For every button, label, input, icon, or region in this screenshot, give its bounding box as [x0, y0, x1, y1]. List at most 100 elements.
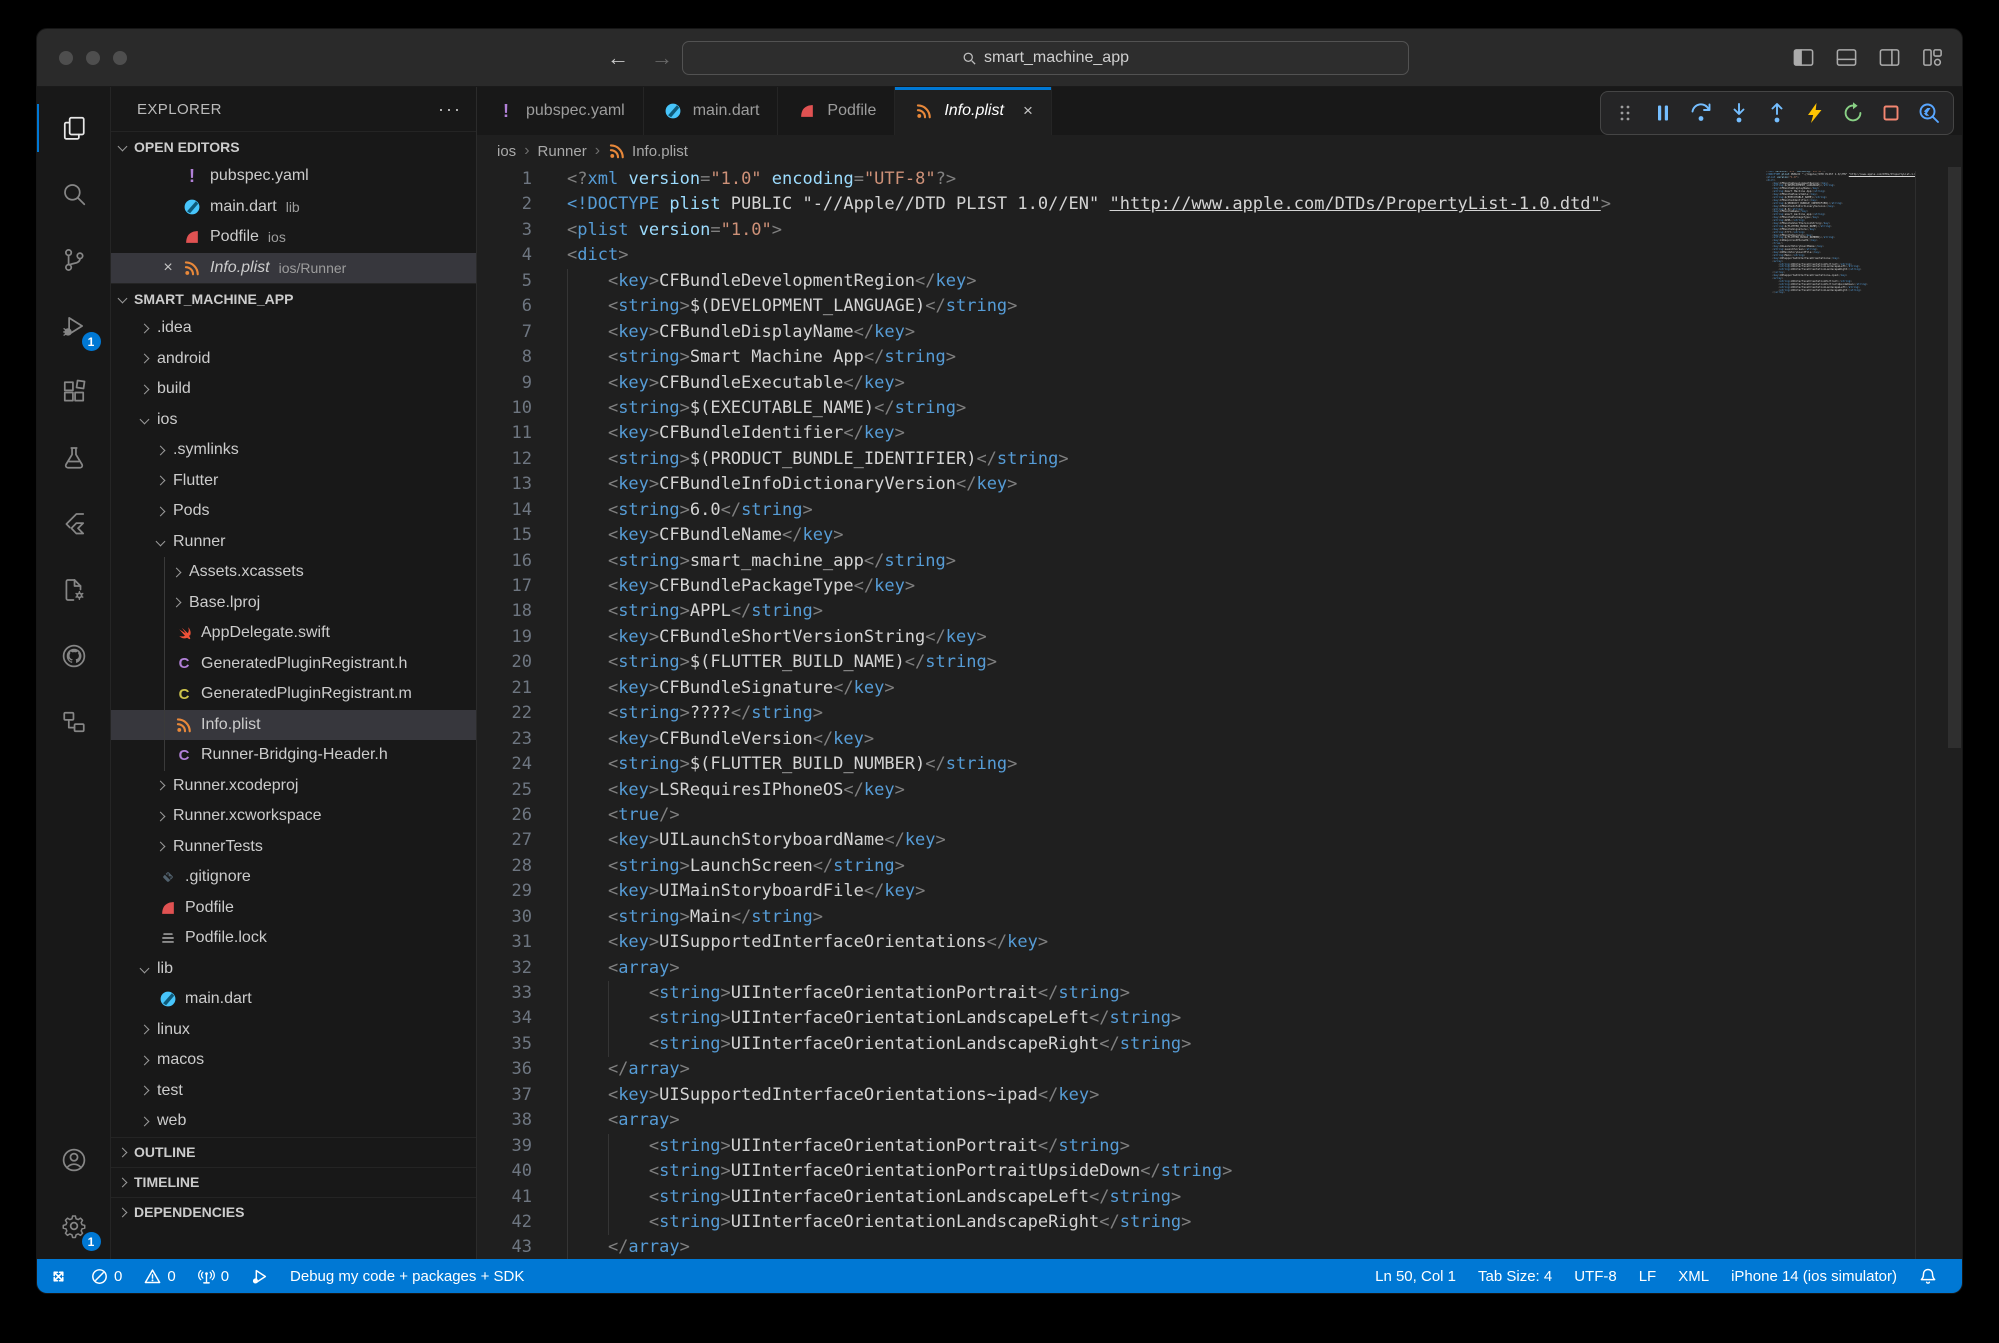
code-line-36[interactable]: 36</array> — [477, 1057, 1962, 1082]
tree-folder-build[interactable]: build — [111, 374, 476, 405]
tree-folder-.idea[interactable]: .idea — [111, 313, 476, 344]
code-line-6[interactable]: 6<string>$(DEVELOPMENT_LANGUAGE)</string… — [477, 294, 1962, 319]
code-line-34[interactable]: 34<string>UIInterfaceOrientationLandscap… — [477, 1006, 1962, 1031]
code-line-14[interactable]: 14<string>6.0</string> — [477, 498, 1962, 523]
code-line-35[interactable]: 35<string>UIInterfaceOrientationLandscap… — [477, 1032, 1962, 1057]
activity-search[interactable] — [37, 161, 111, 227]
tree-folder-Runner[interactable]: Runner — [111, 527, 476, 558]
open-editor-Info.plist[interactable]: ×Info.plistios/Runner — [111, 253, 476, 284]
debug-step-into-button[interactable] — [1723, 96, 1755, 130]
code-line-19[interactable]: 19<key>CFBundleShortVersionString</key> — [477, 625, 1962, 650]
code-line-15[interactable]: 15<key>CFBundleName</key> — [477, 523, 1962, 548]
section-dependencies[interactable]: DEPENDENCIES — [111, 1197, 476, 1227]
editor-scrollbar[interactable] — [1947, 167, 1962, 1259]
code-line-20[interactable]: 20<string>$(FLUTTER_BUILD_NAME)</string> — [477, 650, 1962, 675]
toggle-panel-button[interactable] — [1835, 46, 1858, 69]
scrollbar-thumb[interactable] — [1948, 167, 1961, 748]
code-line-8[interactable]: 8<string>Smart Machine App</string> — [477, 345, 1962, 370]
tree-file-main.dart[interactable]: main.dart — [111, 984, 476, 1015]
code-line-41[interactable]: 41<string>UIInterfaceOrientationLandscap… — [477, 1185, 1962, 1210]
tree-folder-Assets.xcassets[interactable]: Assets.xcassets — [111, 557, 476, 588]
code-line-32[interactable]: 32<array> — [477, 956, 1962, 981]
status-ports[interactable]: 0 — [187, 1259, 240, 1293]
section-outline[interactable]: OUTLINE — [111, 1137, 476, 1167]
code-line-1[interactable]: 1<?xml version="1.0" encoding="UTF-8"?> — [477, 167, 1962, 192]
debug-stop-button[interactable] — [1875, 96, 1907, 130]
tree-file-GeneratedPluginRegistrant.m[interactable]: CGeneratedPluginRegistrant.m — [111, 679, 476, 710]
open-editors-header[interactable]: OPEN EDITORS — [111, 131, 476, 161]
code-editor[interactable]: 1<?xml version="1.0" encoding="UTF-8"?> 2… — [477, 167, 1962, 1259]
close-tab-icon[interactable]: × — [1023, 101, 1033, 121]
code-line-9[interactable]: 9<key>CFBundleExecutable</key> — [477, 371, 1962, 396]
debug-drag-handle-button[interactable] — [1609, 96, 1641, 130]
code-line-23[interactable]: 23<key>CFBundleVersion</key> — [477, 727, 1962, 752]
tree-file-Runner-Bridging-Header.h[interactable]: CRunner-Bridging-Header.h — [111, 740, 476, 771]
status-notifications[interactable] — [1908, 1259, 1948, 1293]
tree-folder-.symlinks[interactable]: .symlinks — [111, 435, 476, 466]
tree-file-Podfile.lock[interactable]: Podfile.lock — [111, 923, 476, 954]
breadcrumb-item-Runner[interactable]: Runner — [538, 143, 587, 160]
activity-run-and-debug[interactable]: 1 — [37, 293, 111, 359]
tree-folder-Runner.xcodeproj[interactable]: Runner.xcodeproj — [111, 771, 476, 802]
code-line-33[interactable]: 33<string>UIInterfaceOrientationPortrait… — [477, 981, 1962, 1006]
activity-references[interactable] — [37, 689, 111, 755]
tree-file-Podfile[interactable]: Podfile — [111, 893, 476, 924]
activity-extensions[interactable] — [37, 359, 111, 425]
project-root-header[interactable]: SMART_MACHINE_APP — [111, 283, 476, 313]
debug-pause-button[interactable] — [1647, 96, 1679, 130]
code-line-26[interactable]: 26<true/> — [477, 803, 1962, 828]
code-line-38[interactable]: 38<array> — [477, 1108, 1962, 1133]
customize-layout-button[interactable] — [1921, 46, 1944, 69]
section-timeline[interactable]: TIMELINE — [111, 1167, 476, 1197]
tree-file-Info.plist[interactable]: Info.plist — [111, 710, 476, 741]
code-line-5[interactable]: 5<key>CFBundleDevelopmentRegion</key> — [477, 269, 1962, 294]
activity-explorer[interactable] — [37, 95, 111, 161]
code-line-37[interactable]: 37<key>UISupportedInterfaceOrientations~… — [477, 1083, 1962, 1108]
activity-accounts[interactable] — [37, 1127, 111, 1193]
close-window-button[interactable] — [59, 51, 73, 65]
tree-folder-Flutter[interactable]: Flutter — [111, 466, 476, 497]
code-line-17[interactable]: 17<key>CFBundlePackageType</key> — [477, 574, 1962, 599]
code-line-24[interactable]: 24<string>$(FLUTTER_BUILD_NUMBER)</strin… — [477, 752, 1962, 777]
code-line-3[interactable]: 3<plist version="1.0"> — [477, 218, 1962, 243]
tree-folder-Base.lproj[interactable]: Base.lproj — [111, 588, 476, 619]
nav-forward-button[interactable]: → — [651, 45, 673, 71]
debug-step-over-button[interactable] — [1685, 96, 1717, 130]
tree-file-AppDelegate.swift[interactable]: AppDelegate.swift — [111, 618, 476, 649]
code-line-43[interactable]: 43</array> — [477, 1235, 1962, 1259]
debug-restart-button[interactable] — [1837, 96, 1869, 130]
code-line-16[interactable]: 16<string>smart_machine_app</string> — [477, 549, 1962, 574]
tree-file-.gitignore[interactable]: .gitignore — [111, 862, 476, 893]
status-warnings[interactable]: 0 — [133, 1259, 186, 1293]
toggle-secondary-sidebar-button[interactable] — [1878, 46, 1901, 69]
status-errors[interactable]: 0 — [80, 1259, 133, 1293]
tab-main.dart[interactable]: main.dart — [644, 87, 779, 135]
code-line-10[interactable]: 10<string>$(EXECUTABLE_NAME)</string> — [477, 396, 1962, 421]
code-line-28[interactable]: 28<string>LaunchScreen</string> — [477, 854, 1962, 879]
activity-github[interactable] — [37, 623, 111, 689]
status-debug-status[interactable] — [240, 1259, 279, 1293]
tab-pubspec.yaml[interactable]: !pubspec.yaml — [477, 87, 644, 135]
toggle-primary-sidebar-button[interactable] — [1792, 46, 1815, 69]
debug-widget-inspector-button[interactable] — [1913, 96, 1945, 130]
command-center-search[interactable]: smart_machine_app — [682, 41, 1409, 75]
activity-settings[interactable]: 1 — [37, 1193, 111, 1259]
activity-run-configs[interactable] — [37, 557, 111, 623]
tree-folder-lib[interactable]: lib — [111, 954, 476, 985]
open-editor-pubspec.yaml[interactable]: !pubspec.yaml — [111, 161, 476, 192]
nav-back-button[interactable]: ← — [607, 45, 629, 71]
code-line-21[interactable]: 21<key>CFBundleSignature</key> — [477, 676, 1962, 701]
code-line-27[interactable]: 27<key>UILaunchStoryboardName</key> — [477, 828, 1962, 853]
status-cursor-position[interactable]: Ln 50, Col 1 — [1364, 1259, 1467, 1293]
status-remote-indicator[interactable] — [37, 1259, 80, 1293]
code-line-13[interactable]: 13<key>CFBundleInfoDictionaryVersion</ke… — [477, 472, 1962, 497]
open-editor-Podfile[interactable]: Podfileios — [111, 222, 476, 253]
tree-folder-ios[interactable]: ios — [111, 405, 476, 436]
code-line-4[interactable]: 4<dict> — [477, 243, 1962, 268]
code-line-30[interactable]: 30<string>Main</string> — [477, 905, 1962, 930]
code-line-11[interactable]: 11<key>CFBundleIdentifier</key> — [477, 421, 1962, 446]
activity-source-control[interactable] — [37, 227, 111, 293]
explorer-actions-button[interactable]: ··· — [438, 99, 462, 120]
code-line-25[interactable]: 25<key>LSRequiresIPhoneOS</key> — [477, 778, 1962, 803]
code-line-39[interactable]: 39<string>UIInterfaceOrientationPortrait… — [477, 1134, 1962, 1159]
